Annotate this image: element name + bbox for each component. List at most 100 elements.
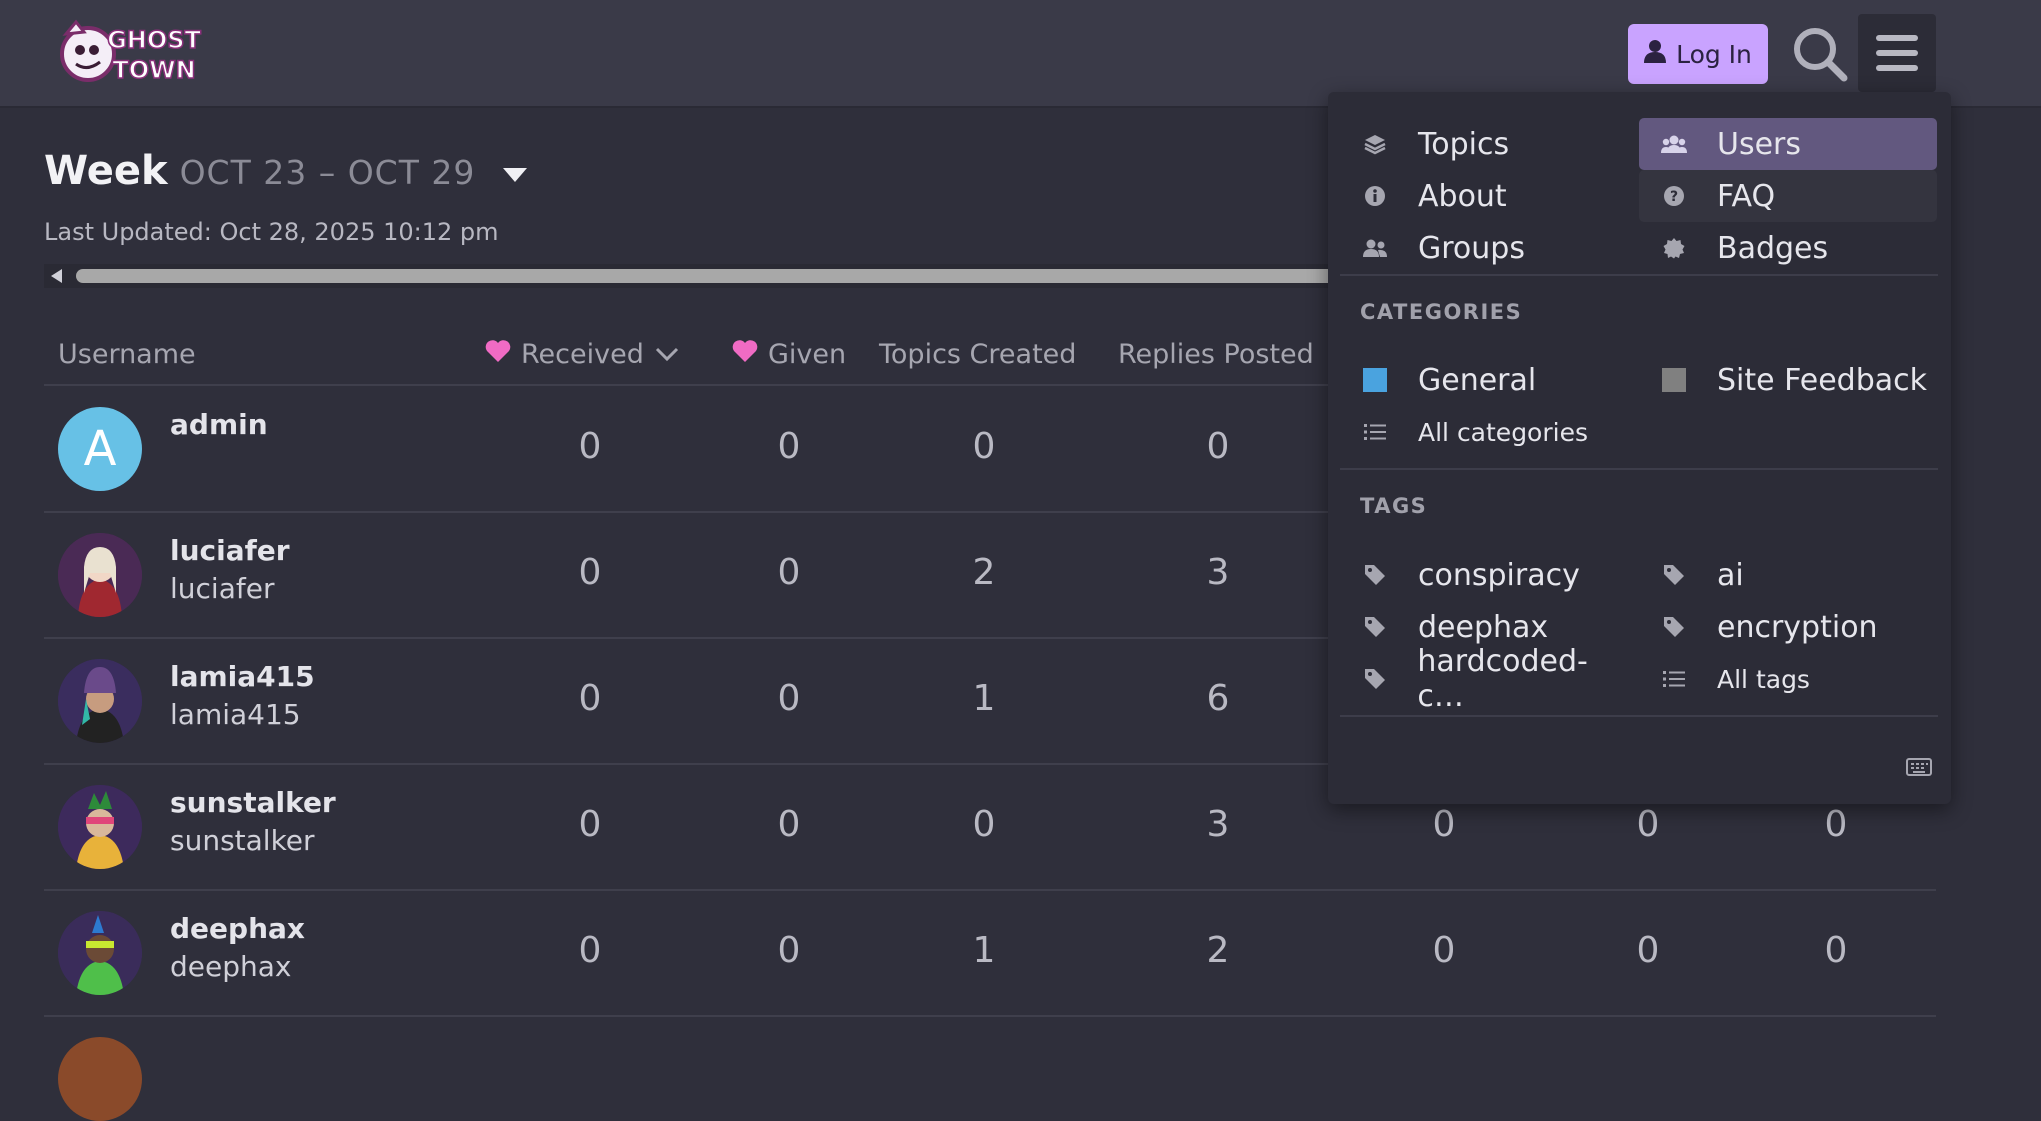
stat-count: 0 [1824,804,1848,845]
full-name: deephax [170,950,292,983]
keyboard-icon[interactable] [1906,758,1932,780]
all-categories-link[interactable]: All categories [1340,406,1630,458]
tag-label: hardcoded-c… [1417,644,1588,714]
scrollbar-thumb[interactable] [76,269,1356,283]
avatar[interactable] [58,659,142,743]
login-label: Log In [1676,39,1752,69]
heart-icon [732,339,758,370]
column-header-replies-posted[interactable]: Replies Posted [1118,334,1314,374]
username[interactable]: admin [170,408,268,441]
row-divider [44,889,1936,891]
full-name: luciafer [170,572,275,605]
period-selector[interactable]: Week OCT 23 – OCT 29 [44,148,529,194]
username[interactable]: deephax [170,912,305,945]
list-icon [1659,670,1689,688]
menu-link-badges[interactable]: Badges [1639,222,1937,274]
search-button[interactable] [1790,24,1850,84]
category-color-swatch [1659,368,1689,392]
tag-label: conspiracy [1418,557,1580,593]
menu-link-faq[interactable]: ? FAQ [1639,170,1937,222]
replies-posted-count: 2 [1206,930,1230,971]
received-count: 0 [578,930,602,971]
category-site-feedback[interactable]: Site Feedback [1639,354,1937,406]
tag-hardcoded[interactable]: hardcoded-c… [1340,644,1630,714]
tag-conspiracy[interactable]: conspiracy [1340,549,1630,601]
avatar[interactable] [58,785,142,869]
hamburger-menu-button[interactable] [1858,14,1936,92]
tag-label: encryption [1717,609,1878,645]
column-label: Given [768,338,847,370]
menu-divider [1340,468,1938,470]
login-button[interactable]: Log In [1628,24,1768,84]
menu-link-label: Users [1717,126,1802,162]
column-label: Replies Posted [1118,338,1314,370]
groups-icon [1360,238,1390,258]
menu-link-label: Groups [1418,230,1525,266]
column-header-given[interactable]: Given [732,334,846,374]
layers-icon [1360,133,1390,155]
scroll-left-icon[interactable] [48,267,66,289]
tag-icon [1360,564,1390,586]
topics-created-count: 1 [972,930,996,971]
avatar[interactable] [58,911,142,995]
username[interactable]: sunstalker [170,786,336,819]
heart-icon [485,339,511,370]
stat-count: 0 [1432,930,1456,971]
username[interactable]: lamia415 [170,660,315,693]
menu-link-label: Topics [1418,126,1510,162]
caret-down-icon[interactable] [501,166,529,188]
column-header-received[interactable]: Received [485,334,680,374]
stat-count: 0 [1824,930,1848,971]
category-general[interactable]: General [1340,354,1630,406]
ghost-town-logo[interactable]: GHOST TOWN [54,16,204,88]
badge-icon [1659,237,1689,259]
tags-heading: TAGS [1360,494,1428,518]
column-label: Username [58,338,196,370]
given-count: 0 [777,426,801,467]
logo-text-ghost: GHOST [107,26,201,54]
replies-posted-count: 3 [1206,804,1230,845]
all-tags-link[interactable]: All tags [1639,653,1937,705]
category-label: Site Feedback [1717,362,1927,398]
topics-created-count: 1 [972,678,996,719]
column-header-topics-created[interactable]: Topics Created [879,334,1076,374]
categories-heading: CATEGORIES [1360,300,1523,324]
menu-link-users[interactable]: Users [1639,118,1937,170]
received-count: 0 [578,678,602,719]
replies-posted-count: 6 [1206,678,1230,719]
menu-link-topics[interactable]: Topics [1340,118,1630,170]
tag-icon [1659,564,1689,586]
tag-ai[interactable]: ai [1639,549,1937,601]
full-name: lamia415 [170,698,301,731]
column-header-username[interactable]: Username [58,334,196,374]
full-name: sunstalker [170,824,315,857]
given-count: 0 [777,678,801,719]
menu-link-groups[interactable]: Groups [1340,222,1630,274]
logo-text-town: TOWN [112,56,195,84]
search-icon [1790,28,1850,88]
tag-icon [1659,616,1689,638]
all-tags-label: All tags [1717,664,1810,694]
menu-link-label: FAQ [1717,178,1776,214]
menu-link-about[interactable]: About [1340,170,1630,222]
info-icon [1360,185,1390,207]
hamburger-menu-panel: Topics Users About ? FAQ Groups Badges C… [1328,92,1951,804]
topics-created-count: 0 [972,804,996,845]
received-count: 0 [578,552,602,593]
username[interactable]: luciafer [170,534,290,567]
avatar[interactable] [58,533,142,617]
avatar-letter: A [83,421,117,477]
tag-encryption[interactable]: encryption [1639,601,1937,653]
tag-icon [1360,668,1389,690]
menu-link-label: Badges [1717,230,1829,266]
row-divider [44,1015,1936,1017]
tag-icon [1360,616,1390,638]
stat-count: 0 [1636,804,1660,845]
received-count: 0 [578,426,602,467]
menu-link-label: About [1418,178,1507,214]
given-count: 0 [777,552,801,593]
column-label: Received [521,338,644,370]
period-range: OCT 23 – OCT 29 [179,153,476,192]
avatar[interactable]: A [58,407,142,491]
horizontal-scrollbar[interactable] [44,264,1356,289]
